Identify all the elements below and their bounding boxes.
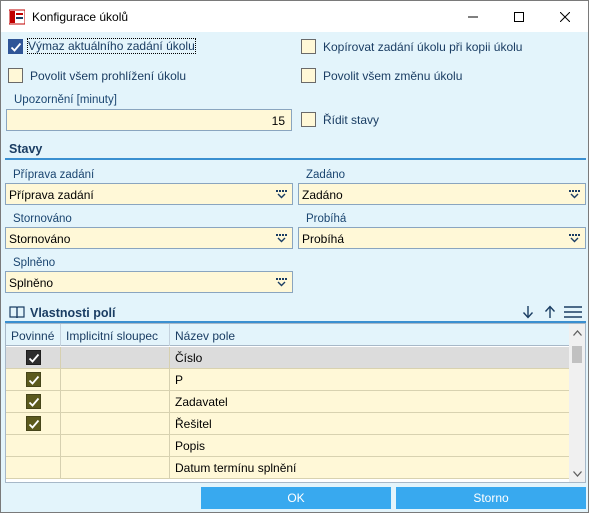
zmena-label[interactable]: Povolit všem změnu úkolu <box>323 69 462 83</box>
storno-button[interactable]: Storno <box>396 487 586 509</box>
checkmark-icon <box>28 419 40 429</box>
probiha-value: Probíhá <box>302 232 345 246</box>
stornovano-label: Stornováno <box>13 213 72 225</box>
nazev-cell[interactable]: Číslo <box>170 347 569 368</box>
menu-icon[interactable] <box>564 306 582 318</box>
column-header-nazev[interactable]: Název pole <box>170 324 569 346</box>
column-header-povinne[interactable]: Povinné <box>6 324 61 346</box>
zadano-select[interactable]: Zadáno <box>298 183 586 205</box>
povinne-cell[interactable] <box>6 457 61 478</box>
stavy-section-title: Stavy <box>9 142 43 156</box>
upozorneni-input[interactable]: 15 <box>6 109 292 131</box>
grid-header: Povinné Implicitní sloupec Název pole <box>6 324 569 346</box>
priprava-value: Příprava zadání <box>9 188 94 202</box>
povinne-checkbox[interactable] <box>26 350 41 365</box>
nazev-cell[interactable]: Zadavatel <box>170 391 569 412</box>
implicitni-cell[interactable] <box>61 435 170 456</box>
kopirovat-checkbox[interactable] <box>301 39 316 54</box>
ok-button[interactable]: OK <box>201 487 391 509</box>
povinne-cell[interactable] <box>6 347 61 368</box>
table-row[interactable]: Číslo <box>6 347 569 369</box>
maximize-button[interactable] <box>496 1 542 32</box>
scroll-thumb[interactable] <box>572 346 582 363</box>
minimize-button[interactable] <box>450 1 496 32</box>
move-up-icon[interactable] <box>544 305 556 319</box>
vlastnosti-grid[interactable]: Povinné Implicitní sloupec Název pole Čí… <box>5 323 586 483</box>
dropdown-icon <box>276 190 287 199</box>
vymaz-checkbox[interactable] <box>8 39 23 54</box>
priprava-label: Příprava zadání <box>13 169 95 181</box>
upozorneni-value: 15 <box>271 114 285 128</box>
chevron-up-icon <box>572 329 582 336</box>
checkmark-icon <box>10 42 22 52</box>
zadano-label: Zadáno <box>306 169 346 181</box>
move-down-icon[interactable] <box>522 305 534 319</box>
vlastnosti-section-title: Vlastnosti polí <box>30 306 116 320</box>
table-row[interactable]: Datum termínu splnění <box>6 457 569 479</box>
book-icon <box>9 306 25 319</box>
nazev-cell[interactable]: Datum termínu splnění <box>170 457 569 478</box>
povinne-cell[interactable] <box>6 413 61 434</box>
nazev-cell[interactable]: P <box>170 369 569 390</box>
nazev-cell[interactable]: Řešitel <box>170 413 569 434</box>
prohlizeni-label[interactable]: Povolit všem prohlížení úkolu <box>30 69 186 83</box>
scroll-down-button[interactable] <box>569 465 585 482</box>
kopirovat-label[interactable]: Kopírovat zadání úkolu při kopii úkolu <box>323 40 522 54</box>
close-button[interactable] <box>542 1 588 32</box>
checkmark-icon <box>28 397 40 407</box>
nazev-cell[interactable]: Popis <box>170 435 569 456</box>
close-icon <box>560 11 570 22</box>
stornovano-value: Stornováno <box>9 232 71 246</box>
dropdown-icon <box>569 234 580 243</box>
implicitni-cell[interactable] <box>61 391 170 412</box>
povinne-cell[interactable] <box>6 369 61 390</box>
implicitni-cell[interactable] <box>61 457 170 478</box>
chevron-down-icon <box>572 470 582 477</box>
scroll-up-button[interactable] <box>569 324 585 341</box>
table-row[interactable]: Řešitel <box>6 413 569 435</box>
povinne-checkbox[interactable] <box>26 416 41 431</box>
ridit-stavy-label[interactable]: Řídit stavy <box>323 113 379 127</box>
column-header-implicitni[interactable]: Implicitní sloupec <box>61 324 170 346</box>
povinne-checkbox[interactable] <box>26 372 41 387</box>
implicitni-cell[interactable] <box>61 347 170 368</box>
minimize-icon <box>468 16 478 17</box>
table-row[interactable]: Popis <box>6 435 569 457</box>
probiha-select[interactable]: Probíhá <box>298 227 586 249</box>
stornovano-select[interactable]: Stornováno <box>5 227 293 249</box>
povinne-cell[interactable] <box>6 435 61 456</box>
table-row[interactable]: Zadavatel <box>6 391 569 413</box>
checkmark-icon <box>28 375 40 385</box>
implicitni-cell[interactable] <box>61 369 170 390</box>
dropdown-icon <box>276 234 287 243</box>
dropdown-icon <box>276 278 287 287</box>
table-row[interactable]: P <box>6 369 569 391</box>
dropdown-icon <box>569 190 580 199</box>
vymaz-label[interactable]: Výmaz aktuálního zadání úkolu <box>27 38 196 54</box>
prohlizeni-checkbox[interactable] <box>8 68 23 83</box>
splneno-select[interactable]: Splněno <box>5 271 293 293</box>
povinne-checkbox[interactable] <box>26 394 41 409</box>
zmena-checkbox[interactable] <box>301 68 316 83</box>
povinne-cell[interactable] <box>6 391 61 412</box>
checkmark-icon <box>28 353 40 363</box>
splneno-value: Splněno <box>9 276 54 290</box>
splneno-label: Splněno <box>13 257 56 269</box>
zadano-value: Zadáno <box>302 188 343 202</box>
upozorneni-label: Upozornění [minuty] <box>14 94 117 106</box>
app-logo-icon <box>9 9 25 25</box>
implicitni-cell[interactable] <box>61 413 170 434</box>
vertical-scrollbar[interactable] <box>569 324 585 482</box>
maximize-icon <box>514 11 524 22</box>
title-bar: Konfigurace úkolů <box>1 1 588 32</box>
stavy-divider <box>5 158 586 160</box>
probiha-label: Probíhá <box>306 213 347 225</box>
ridit-stavy-checkbox[interactable] <box>301 112 316 127</box>
dialog-window: Konfigurace úkolů Výmaz aktuálního zadán… <box>0 0 589 513</box>
window-title: Konfigurace úkolů <box>32 10 129 24</box>
priprava-select[interactable]: Příprava zadání <box>5 183 293 205</box>
